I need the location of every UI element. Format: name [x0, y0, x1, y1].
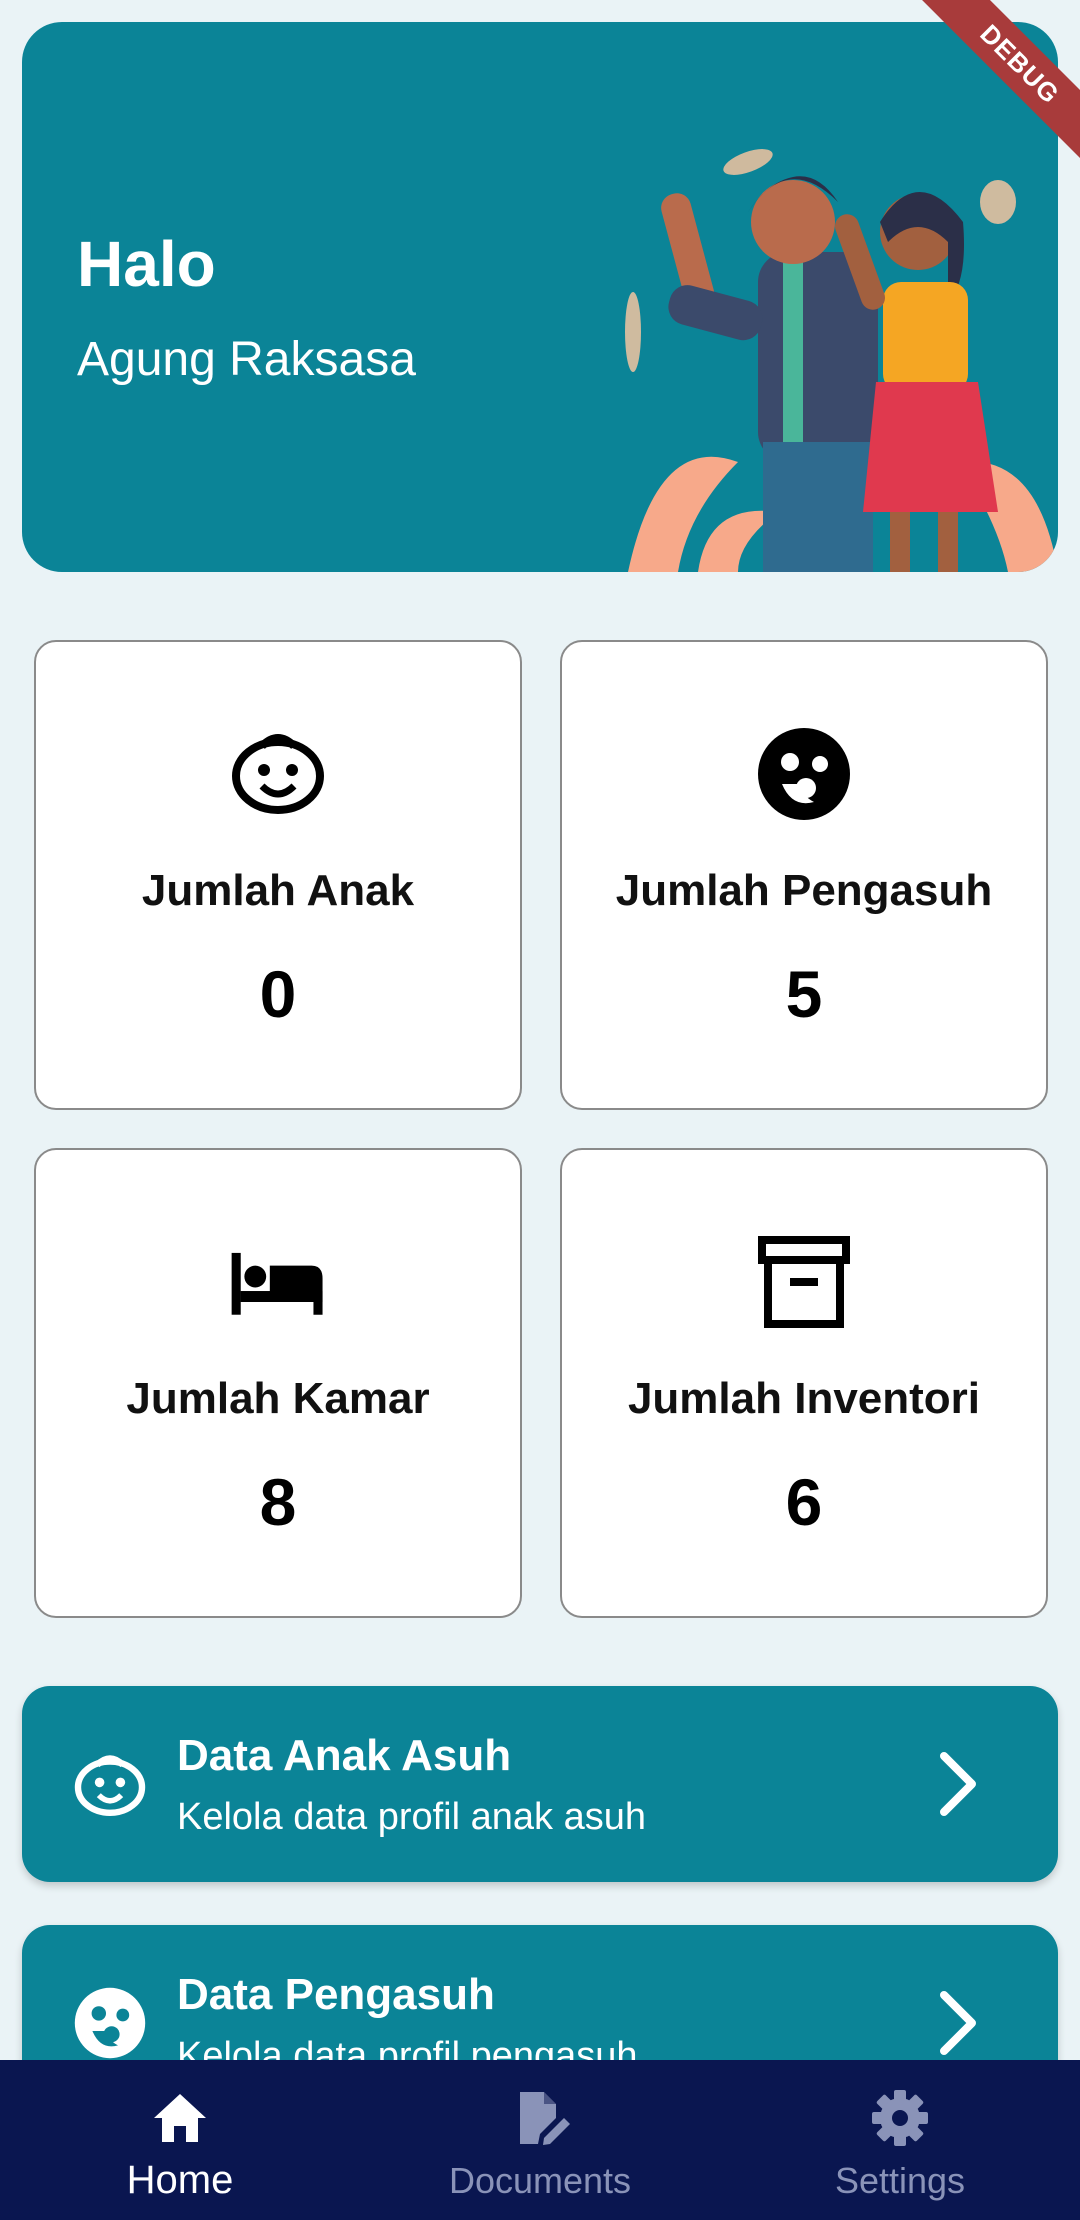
stat-label: Jumlah Pengasuh [615, 866, 993, 915]
stat-value: 8 [259, 1465, 297, 1539]
caregiver-icon [758, 728, 850, 820]
caregiver-icon [74, 1987, 146, 2059]
child-face-icon [232, 734, 324, 814]
bed-icon [231, 1252, 323, 1315]
stat-card-kamar[interactable]: Jumlah Kamar 8 [34, 1148, 522, 1618]
home-screen: DEBUG Halo Agung Raksasa Jumlah Anak 0 J… [0, 0, 1080, 2220]
nav-label: Settings [834, 2160, 966, 2201]
bottom-navigation: Home Documents Settings [0, 2060, 1080, 2220]
nav-label: Home [126, 2158, 234, 2202]
stat-label: Jumlah Inventori [627, 1374, 981, 1423]
nav-home[interactable]: Home [0, 2060, 360, 2220]
child-face-icon [74, 1755, 146, 1816]
menu-title: Data Pengasuh [177, 1970, 495, 2019]
stat-value: 0 [259, 957, 297, 1031]
stat-card-pengasuh[interactable]: Jumlah Pengasuh 5 [560, 640, 1048, 1110]
stat-card-inventori[interactable]: Jumlah Inventori 6 [560, 1148, 1048, 1618]
document-edit-icon [520, 2092, 570, 2145]
menu-subtitle: Kelola data profil anak asuh [177, 1796, 646, 1838]
stat-card-anak[interactable]: Jumlah Anak 0 [34, 640, 522, 1110]
menu-data-anak-asuh[interactable]: Data Anak Asuh Kelola data profil anak a… [22, 1686, 1058, 1882]
greeting-text: Halo [77, 228, 216, 300]
chevron-right-icon [940, 1991, 976, 2055]
chevron-right-icon [940, 1752, 976, 1816]
nav-documents[interactable]: Documents [360, 2060, 720, 2220]
home-icon [154, 2094, 206, 2142]
menu-title: Data Anak Asuh [177, 1731, 512, 1780]
nav-settings[interactable]: Settings [720, 2060, 1080, 2220]
stat-value: 5 [785, 957, 823, 1031]
stat-value: 6 [785, 1465, 823, 1539]
user-name: Agung Raksasa [77, 333, 416, 386]
welcome-banner: Halo Agung Raksasa [22, 22, 1058, 572]
stat-label: Jumlah Anak [141, 866, 415, 915]
gear-icon [872, 2090, 928, 2146]
people-waving-illustration [625, 149, 1058, 572]
stat-label: Jumlah Kamar [126, 1374, 430, 1423]
archive-box-icon [758, 1236, 850, 1328]
nav-label: Documents [448, 2160, 632, 2201]
